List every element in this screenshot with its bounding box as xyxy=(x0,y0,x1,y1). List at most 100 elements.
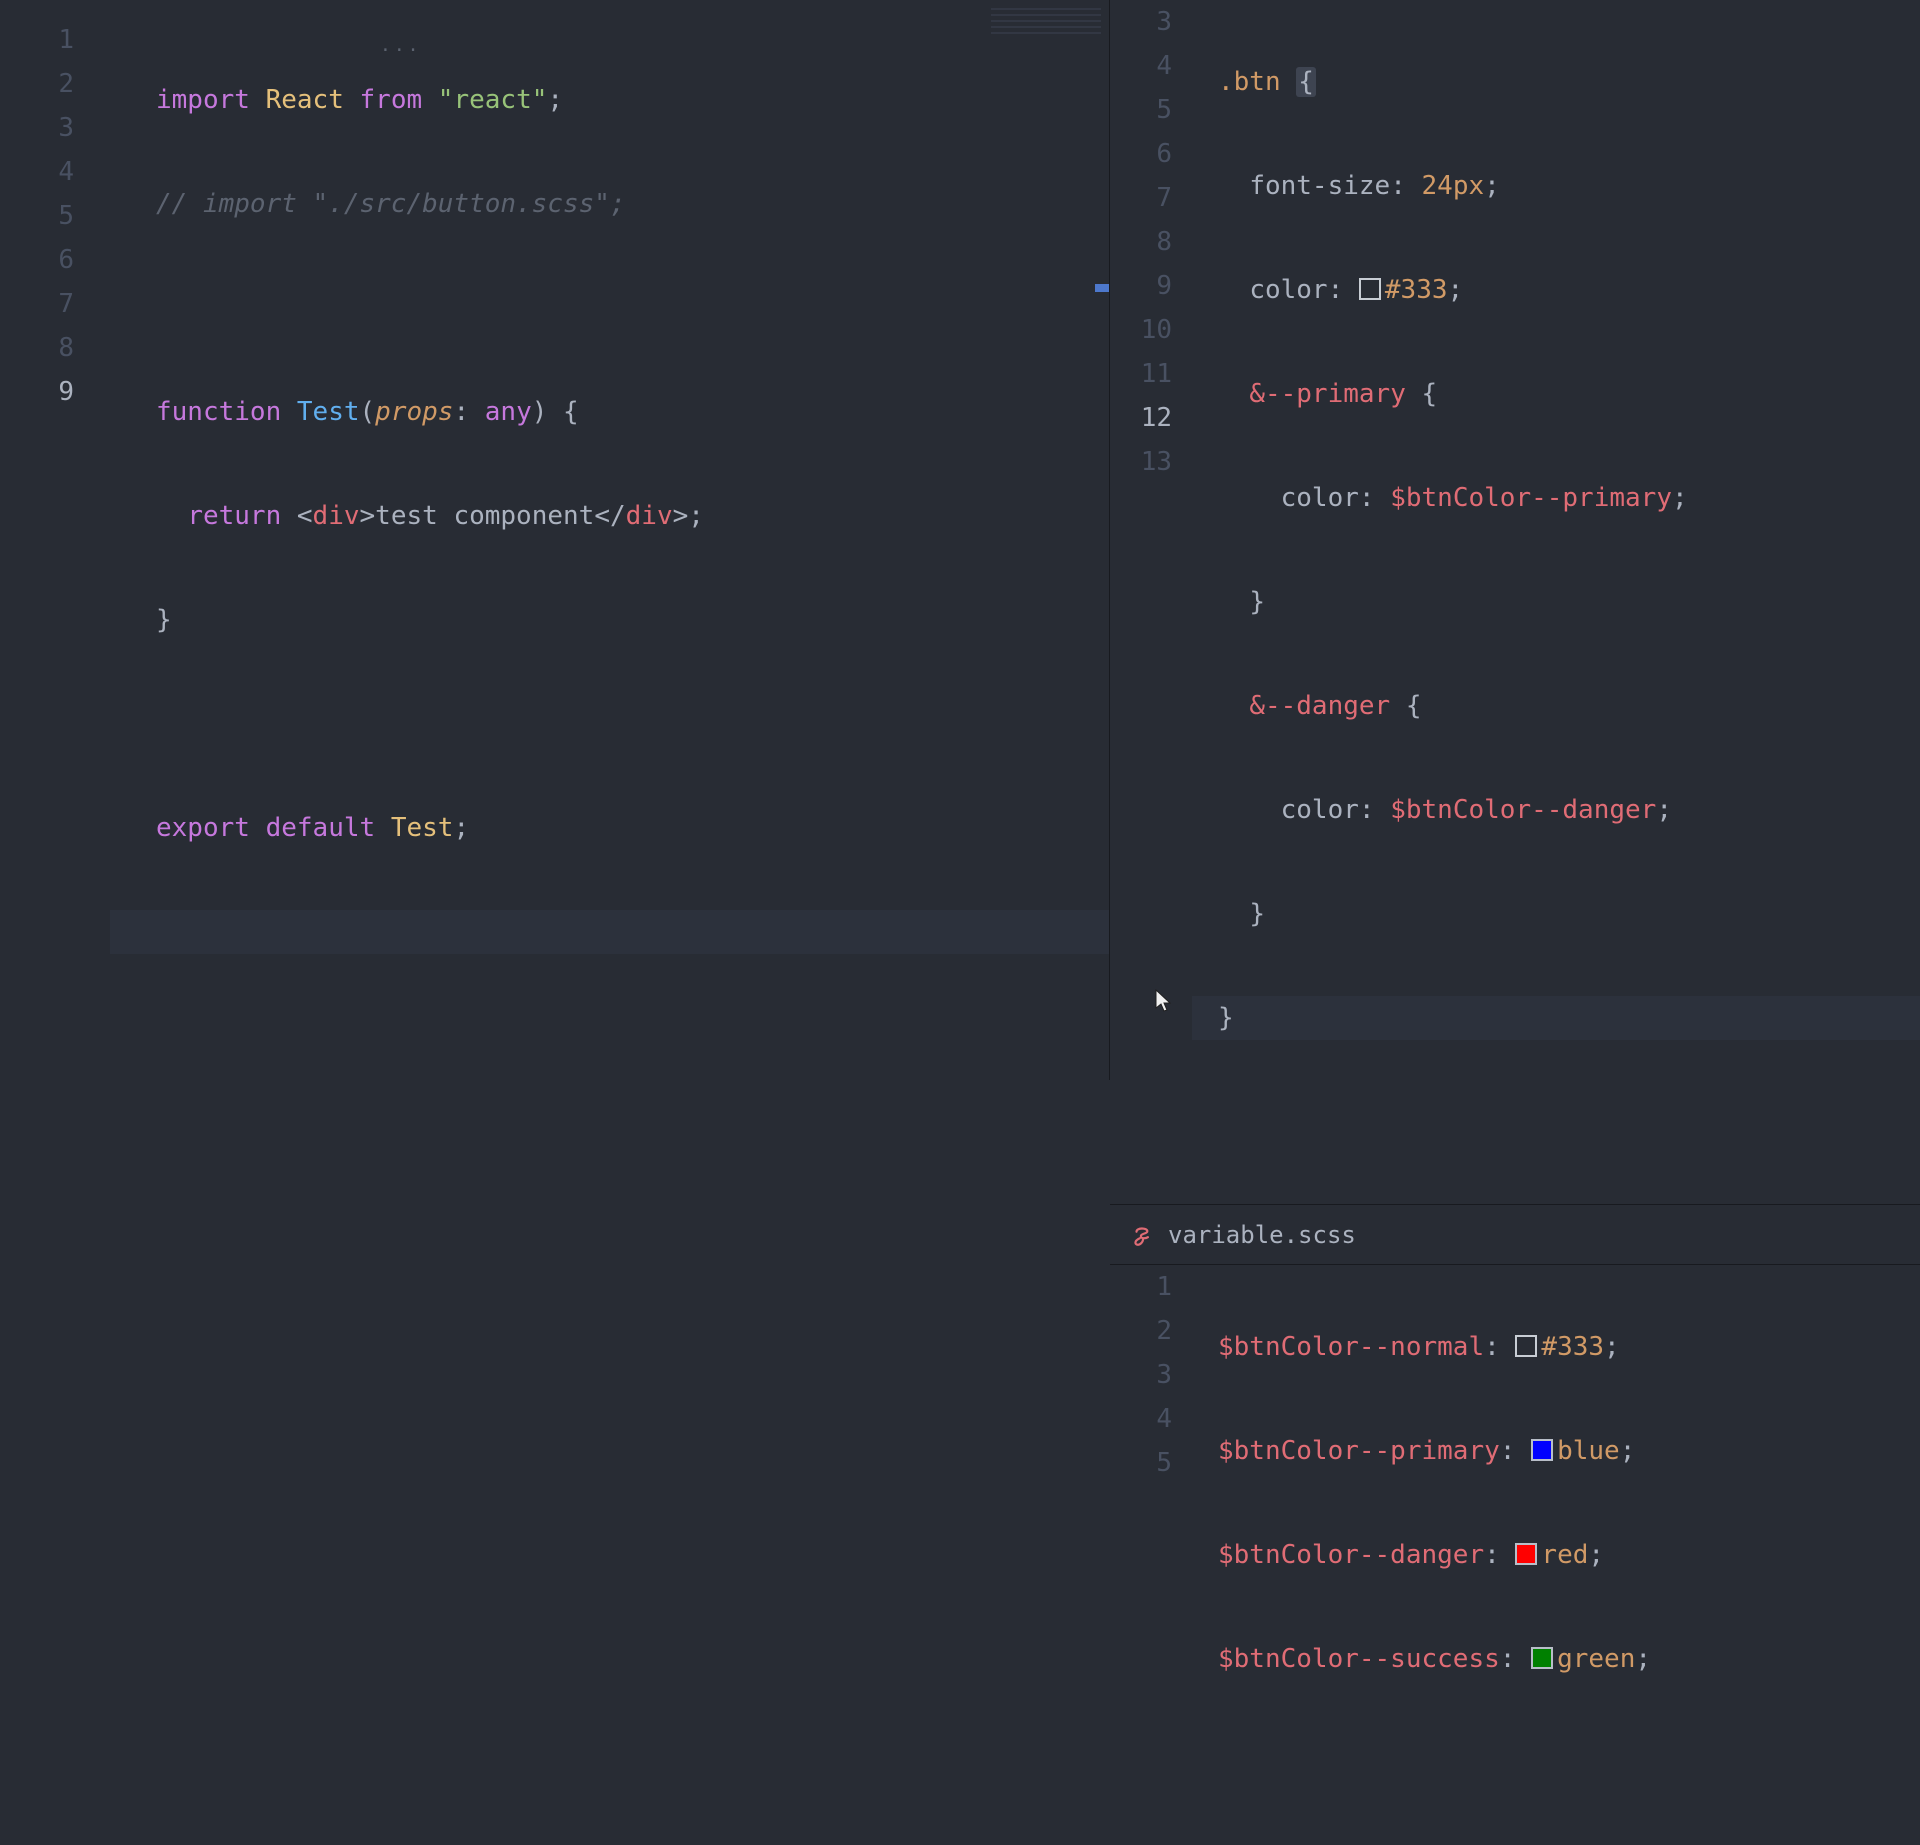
keyword-import: import xyxy=(156,85,250,115)
hex-color: #333 xyxy=(1385,275,1448,305)
code-line[interactable]: } xyxy=(1192,580,1920,624)
type-any: any xyxy=(485,397,532,427)
editor-pane-bottom-right[interactable]: variable.scss 1 2 3 4 5 $btnColor--norma… xyxy=(1110,1205,1920,1845)
scss-variable: $btnColor--primary xyxy=(1390,483,1672,513)
code-line[interactable]: color: #333; xyxy=(1192,268,1920,312)
editor-pane-left[interactable]: ··· 1 2 3 4 5 6 7 8 9 import React from … xyxy=(0,0,1110,1080)
line-number[interactable]: 7 xyxy=(1110,176,1192,220)
tsx-editor[interactable]: 1 2 3 4 5 6 7 8 9 import React from "rea… xyxy=(0,0,1109,1080)
line-number[interactable]: 6 xyxy=(0,238,110,282)
code-line[interactable]: // import "./src/button.scss"; xyxy=(110,182,1109,226)
scss-variable: $btnColor--danger xyxy=(1390,795,1656,825)
line-number-gutter[interactable]: 1 2 3 4 5 6 7 8 9 xyxy=(0,0,110,1080)
code-line[interactable]: .btn { xyxy=(1192,60,1920,104)
line-number[interactable]: 8 xyxy=(0,326,110,370)
code-line[interactable]: import React from "react"; xyxy=(110,78,1109,122)
code-area[interactable]: $btnColor--normal: #333; $btnColor--prim… xyxy=(1192,1265,1920,1845)
code-line[interactable]: } xyxy=(1192,892,1920,936)
color-name: red xyxy=(1541,1540,1588,1570)
code-line[interactable]: $btnColor--danger: red; xyxy=(1192,1533,1920,1577)
code-line[interactable] xyxy=(1192,1741,1920,1785)
color-swatch-icon[interactable] xyxy=(1515,1335,1537,1357)
color-swatch-icon[interactable] xyxy=(1531,1439,1553,1461)
line-number[interactable]: 7 xyxy=(0,282,110,326)
editor-pane-top-right[interactable]: 3 4 5 6 7 8 9 10 11 12 13 .btn { font-si… xyxy=(1110,0,1920,1205)
param: props xyxy=(375,397,453,427)
scss-variable: $btnColor--success xyxy=(1218,1644,1500,1674)
line-number[interactable]: 2 xyxy=(0,62,110,106)
line-number[interactable]: 5 xyxy=(1110,88,1192,132)
code-line[interactable]: $btnColor--normal: #333; xyxy=(1192,1325,1920,1369)
scss-variable: $btnColor--normal xyxy=(1218,1332,1484,1362)
code-line[interactable]: &--danger { xyxy=(1192,684,1920,728)
line-number[interactable]: 1 xyxy=(0,18,110,62)
code-line[interactable]: function Test(props: any) { xyxy=(110,390,1109,434)
line-number[interactable]: 5 xyxy=(0,194,110,238)
line-number[interactable]: 3 xyxy=(1110,1353,1192,1397)
keyword-return: return xyxy=(187,501,281,531)
line-number[interactable]: 2 xyxy=(1110,1309,1192,1353)
hex-color: #333 xyxy=(1541,1332,1604,1362)
identifier-test: Test xyxy=(391,813,454,843)
color-swatch-icon[interactable] xyxy=(1359,278,1381,300)
variable-scss-editor[interactable]: 1 2 3 4 5 $btnColor--normal: #333; $btnC… xyxy=(1110,1265,1920,1845)
selector: .btn xyxy=(1218,67,1281,97)
line-number[interactable]: 9 xyxy=(0,370,110,414)
tab-bar: variable.scss xyxy=(1110,1205,1920,1265)
line-number[interactable]: 4 xyxy=(1110,44,1192,88)
line-number[interactable]: 13 xyxy=(1110,440,1192,484)
line-number[interactable]: 1 xyxy=(1110,1265,1192,1309)
code-line[interactable]: $btnColor--success: green; xyxy=(1192,1637,1920,1681)
line-number[interactable]: 9 xyxy=(1110,264,1192,308)
jsx-tag: div xyxy=(313,501,360,531)
tab-label: variable.scss xyxy=(1168,1221,1356,1249)
code-line[interactable]: font-size: 24px; xyxy=(1192,164,1920,208)
line-number-gutter[interactable]: 1 2 3 4 5 xyxy=(1110,1265,1192,1845)
scss-editor[interactable]: 3 4 5 6 7 8 9 10 11 12 13 .btn { font-si… xyxy=(1110,0,1920,1204)
jsx-tag: div xyxy=(626,501,673,531)
close-brace: } xyxy=(1218,1003,1234,1033)
code-line[interactable] xyxy=(110,286,1109,330)
css-property: color xyxy=(1281,795,1359,825)
line-number[interactable]: 11 xyxy=(1110,352,1192,396)
code-area[interactable]: import React from "react"; // import "./… xyxy=(110,0,1109,1080)
string-literal: "react" xyxy=(438,85,548,115)
keyword-function: function xyxy=(156,397,281,427)
line-number[interactable]: 3 xyxy=(1110,0,1192,44)
line-number[interactable]: 10 xyxy=(1110,308,1192,352)
css-property: color xyxy=(1249,275,1327,305)
modifier: --danger xyxy=(1265,691,1390,721)
line-number[interactable]: 4 xyxy=(1110,1397,1192,1441)
scss-variable: $btnColor--primary xyxy=(1218,1436,1500,1466)
code-area[interactable]: .btn { font-size: 24px; color: #333; &--… xyxy=(1192,0,1920,1204)
line-number[interactable]: 6 xyxy=(1110,132,1192,176)
code-line[interactable]: color: $btnColor--danger; xyxy=(1192,788,1920,832)
keyword-export: export xyxy=(156,813,250,843)
line-number[interactable]: 3 xyxy=(0,106,110,150)
line-number[interactable]: 8 xyxy=(1110,220,1192,264)
line-number-gutter[interactable]: 3 4 5 6 7 8 9 10 11 12 13 xyxy=(1110,0,1192,1204)
keyword-default: default xyxy=(266,813,376,843)
code-line[interactable]: return <div>test component</div>; xyxy=(110,494,1109,538)
line-number[interactable]: 4 xyxy=(0,150,110,194)
line-number[interactable]: 5 xyxy=(1110,1441,1192,1485)
code-line[interactable]: } xyxy=(110,598,1109,642)
code-line[interactable]: &--primary { xyxy=(1192,372,1920,416)
modifier: --primary xyxy=(1265,379,1406,409)
line-number[interactable]: 12 xyxy=(1110,396,1192,440)
code-line[interactable]: } xyxy=(1192,996,1920,1040)
color-swatch-icon[interactable] xyxy=(1515,1543,1537,1565)
code-line[interactable]: export default Test; xyxy=(110,806,1109,850)
code-line[interactable]: $btnColor--primary: blue; xyxy=(1192,1429,1920,1473)
minimap[interactable] xyxy=(991,8,1101,52)
tab-variable-scss[interactable]: variable.scss xyxy=(1130,1221,1356,1249)
scss-parent-ref: & xyxy=(1249,691,1265,721)
color-swatch-icon[interactable] xyxy=(1531,1647,1553,1669)
css-property: color xyxy=(1281,483,1359,513)
folded-indicator: ··· xyxy=(380,40,422,61)
code-line[interactable] xyxy=(1192,1100,1920,1144)
keyword-from: from xyxy=(360,85,423,115)
code-line[interactable] xyxy=(110,702,1109,746)
code-line[interactable] xyxy=(110,910,1109,954)
code-line[interactable]: color: $btnColor--primary; xyxy=(1192,476,1920,520)
